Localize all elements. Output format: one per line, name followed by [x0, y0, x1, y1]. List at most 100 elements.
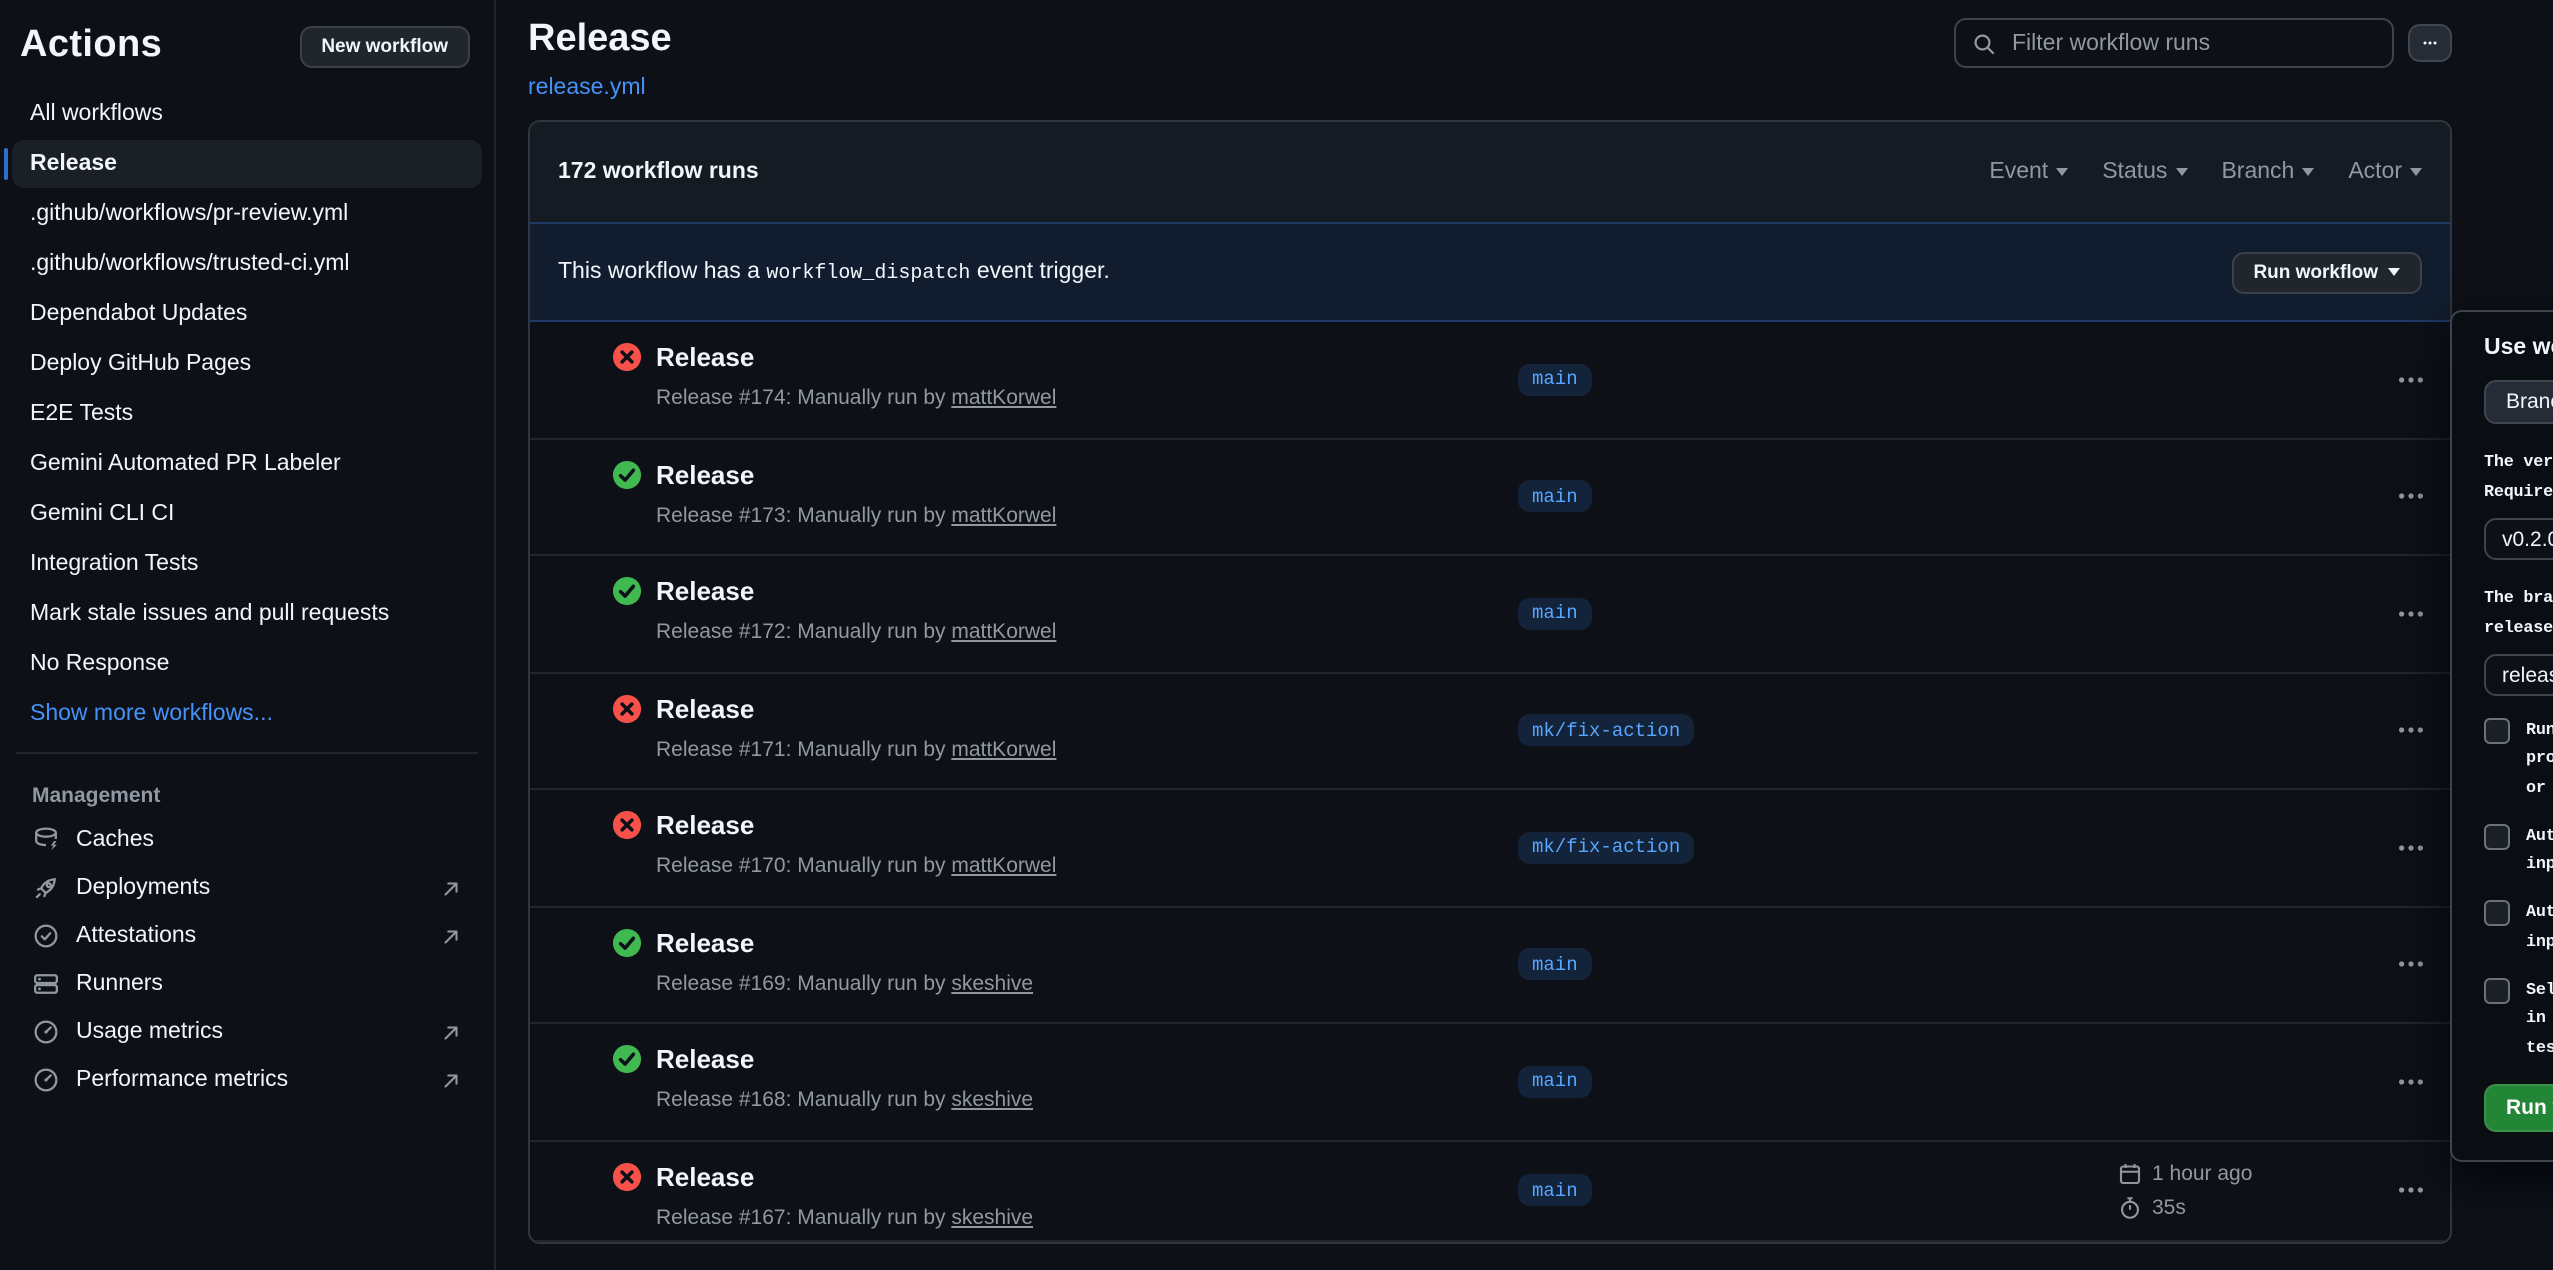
run-title[interactable]: Release — [656, 695, 1056, 723]
sidebar-workflow-label: Mark stale issues and pull requests — [30, 602, 389, 626]
workflow-run-row[interactable]: Release Release #168: Manually run by sk… — [530, 1024, 2450, 1141]
version-field-label: The version to release (e.g., v0.1.11). … — [2484, 448, 2553, 506]
run-title[interactable]: Release — [656, 461, 1056, 489]
workflow-run-row[interactable]: Release Release #169: Manually run by sk… — [530, 907, 2450, 1024]
sidebar-workflow-item[interactable]: Release — [12, 140, 482, 188]
checkbox[interactable] — [2484, 717, 2510, 743]
sidebar-workflow-item[interactable]: .github/workflows/pr-review.yml — [12, 190, 482, 238]
workflow-run-row[interactable]: Release Release #171: Manually run by ma… — [530, 673, 2450, 790]
filter-runs-searchbox[interactable] — [1954, 18, 2394, 68]
run-kebab-button[interactable] — [2396, 365, 2426, 395]
sidebar-workflow-item[interactable]: Integration Tests — [12, 540, 482, 588]
run-time: 1 hour ago — [2152, 1161, 2252, 1185]
sidebar-workflow-item[interactable]: Mark stale issues and pull requests — [12, 590, 482, 638]
checkbox[interactable] — [2484, 900, 2510, 926]
filter-runs-input[interactable] — [2008, 29, 2376, 57]
run-actor-link[interactable]: mattKorwel — [951, 386, 1056, 410]
run-meta: 1 hour ago 35s — [2118, 1161, 2252, 1229]
checkbox[interactable] — [2484, 977, 2510, 1003]
branch-badge[interactable]: main — [1518, 1175, 1592, 1207]
sidebar-item-label: Attestations — [76, 924, 196, 948]
run-actor-link[interactable]: mattKorwel — [951, 737, 1056, 761]
sidebar-workflow-label: Deploy GitHub Pages — [30, 352, 251, 376]
run-actor-link[interactable]: skeshive — [951, 1088, 1033, 1112]
sidebar-item-runners[interactable]: Runners — [0, 960, 494, 1008]
run-kebab-button[interactable] — [2396, 599, 2426, 629]
branch-badge[interactable]: mk/fix-action — [1518, 832, 1694, 864]
branch-badge[interactable]: main — [1518, 1066, 1592, 1098]
workflow-run-row[interactable]: Release Release #170: Manually run by ma… — [530, 790, 2450, 907]
run-description: Release #167: Manually run by skeshive — [656, 1205, 1033, 1229]
workflow-run-row[interactable]: Release Release #167: Manually run by sk… — [530, 1141, 2450, 1242]
branch-badge[interactable]: main — [1518, 949, 1592, 981]
check-circle-icon — [612, 459, 642, 489]
workflow-run-row[interactable]: Release Release #172: Manually run by ma… — [530, 556, 2450, 673]
runs-filter-dropdown[interactable]: Actor — [2348, 160, 2422, 184]
run-status-icon — [568, 693, 598, 723]
cache-icon — [32, 826, 60, 854]
run-kebab-button[interactable] — [2396, 1067, 2426, 1097]
branch-select-button[interactable]: Branch: main — [2484, 380, 2553, 424]
management-section-label: Management — [0, 768, 494, 816]
run-status-icon — [612, 342, 642, 372]
sidebar-item-deployments[interactable]: Deployments — [0, 864, 494, 912]
sidebar-workflow-item[interactable]: .github/workflows/trusted-ci.yml — [12, 240, 482, 288]
run-actor-link[interactable]: mattKorwel — [951, 854, 1056, 878]
page-kebab-button[interactable] — [2408, 24, 2452, 62]
workflow-file-link[interactable]: release.yml — [528, 76, 672, 100]
sidebar-workflow-item[interactable]: All workflows — [12, 90, 482, 138]
version-input[interactable] — [2484, 518, 2553, 560]
run-title[interactable]: Release — [656, 1046, 1033, 1074]
workflow-run-row[interactable]: Release Release #173: Manually run by ma… — [530, 439, 2450, 556]
run-kebab-button[interactable] — [2396, 950, 2426, 980]
run-kebab-button[interactable] — [2396, 482, 2426, 512]
sidebar-workflow-item[interactable]: Gemini Automated PR Labeler — [12, 440, 482, 488]
run-actor-link[interactable]: mattKorwel — [951, 620, 1056, 644]
sidebar-item-label: Runners — [76, 972, 163, 996]
run-workflow-dropdown-button[interactable]: Run workflow — [2231, 251, 2422, 293]
branch-badge[interactable]: main — [1518, 481, 1592, 513]
ref-input[interactable] — [2484, 654, 2553, 696]
run-status-icon — [612, 459, 642, 489]
runs-filter-dropdown[interactable]: Branch — [2221, 160, 2314, 184]
checkbox[interactable] — [2484, 823, 2510, 849]
sidebar-workflow-item[interactable]: E2E Tests — [12, 390, 482, 438]
sidebar-item-caches[interactable]: Caches — [0, 816, 494, 864]
sidebar-workflow-item[interactable]: Gemini CLI CI — [12, 490, 482, 538]
run-kebab-button[interactable] — [2396, 1176, 2426, 1206]
sidebar-workflow-item[interactable]: Dependabot Updates — [12, 290, 482, 338]
runs-filters: Event Status Branch Actor — [1989, 160, 2422, 184]
run-actor-link[interactable]: skeshive — [951, 1205, 1033, 1229]
kebab-horizontal-icon — [2396, 1176, 2426, 1206]
run-actor-link[interactable]: skeshive — [951, 971, 1033, 995]
kebab-horizontal-icon — [2396, 716, 2426, 746]
run-title[interactable]: Release — [656, 929, 1033, 957]
sidebar-workflow-item[interactable]: Show more workflows... — [12, 690, 482, 738]
run-title[interactable]: Release — [656, 1163, 1033, 1191]
sidebar-workflow-item[interactable]: No Response — [12, 640, 482, 688]
run-kebab-button[interactable] — [2396, 716, 2426, 746]
branch-badge[interactable]: main — [1518, 598, 1592, 630]
sidebar-item-performance-metrics[interactable]: Performance metrics — [0, 1056, 494, 1104]
sidebar-item-usage-metrics[interactable]: Usage metrics — [0, 1008, 494, 1056]
run-title[interactable]: Release — [656, 344, 1056, 372]
branch-badge[interactable]: mk/fix-action — [1518, 715, 1694, 747]
workflow-run-row[interactable]: Release Release #174: Manually run by ma… — [530, 322, 2450, 439]
popover-checkboxes: Run a dry-run of the release process; no… — [2484, 715, 2553, 1062]
runs-filter-dropdown[interactable]: Status — [2102, 160, 2187, 184]
new-workflow-button[interactable]: New workflow — [299, 25, 470, 67]
kebab-horizontal-icon — [2396, 950, 2426, 980]
run-title[interactable]: Release — [656, 578, 1056, 606]
sidebar-item-attestations[interactable]: Attestations — [0, 912, 494, 960]
run-workflow-submit-button[interactable]: Run workflow — [2484, 1084, 2553, 1132]
sidebar-workflow-item[interactable]: Deploy GitHub Pages — [12, 340, 482, 388]
calendar-icon — [2118, 1161, 2142, 1185]
checkbox-label: Run a dry-run of the release process; no… — [2526, 715, 2553, 802]
run-title[interactable]: Release — [656, 812, 1056, 840]
branch-badge[interactable]: main — [1518, 364, 1592, 396]
runs-filter-dropdown[interactable]: Event — [1989, 160, 2068, 184]
popover-checkbox-row: Select to skip the "Run Tests" step in t… — [2484, 975, 2553, 1062]
run-actor-link[interactable]: mattKorwel — [951, 503, 1056, 527]
run-kebab-button[interactable] — [2396, 833, 2426, 863]
external-link-icon — [440, 1069, 462, 1091]
